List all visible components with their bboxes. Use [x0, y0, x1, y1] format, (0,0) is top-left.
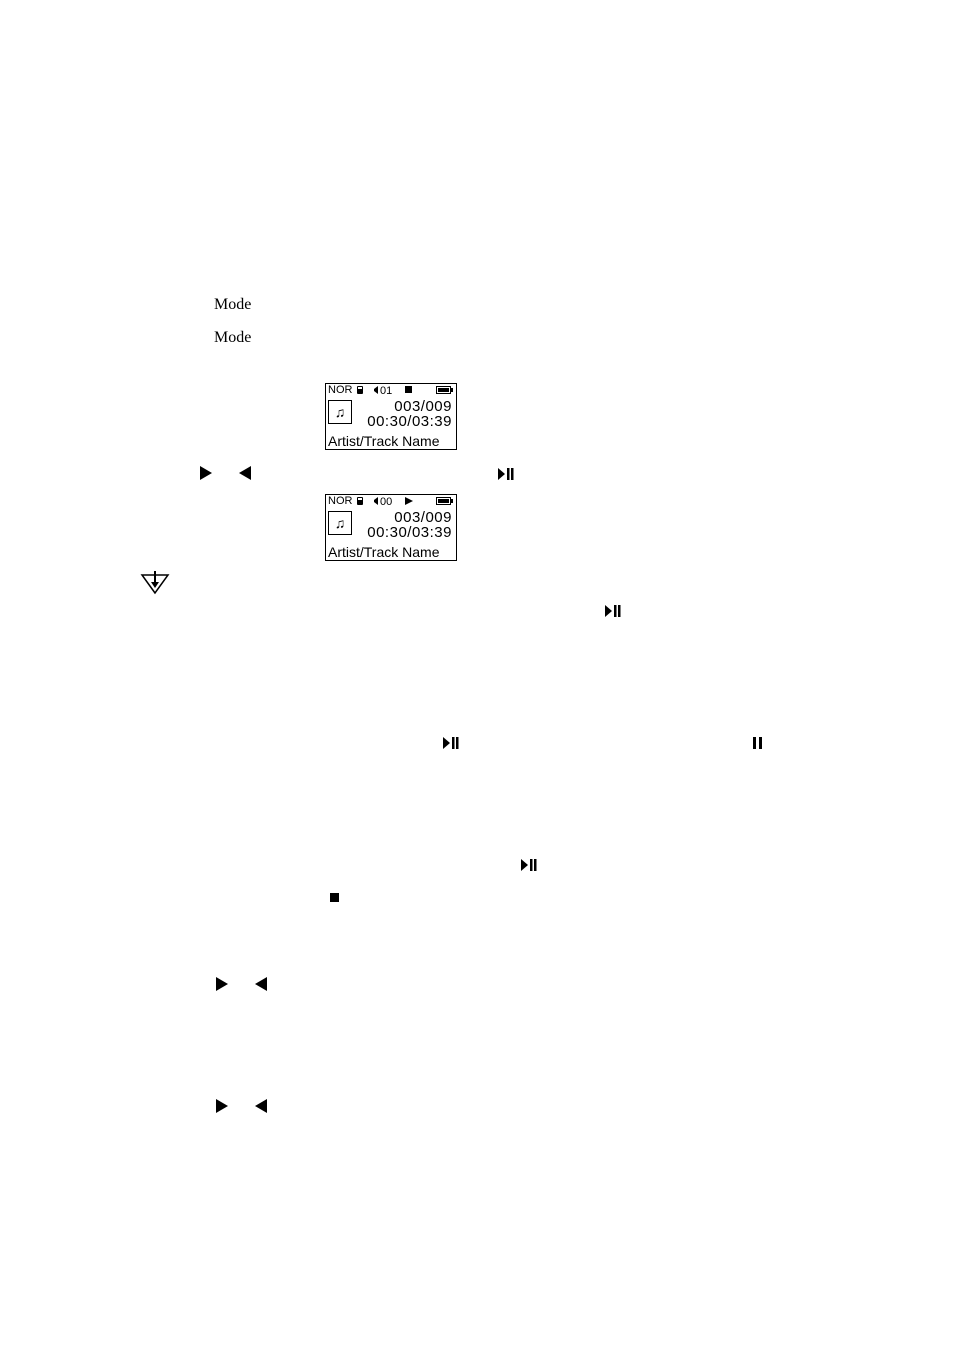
lcd2-play-icon: [404, 496, 414, 509]
caution-icon: [140, 571, 170, 600]
lcd2-card-icon: [356, 496, 368, 509]
lcd1-track: 003/009: [394, 399, 452, 414]
mode-label-1: Mode: [214, 296, 251, 314]
play-right-icon: [216, 1099, 230, 1118]
lcd1-nor: NOR: [328, 385, 352, 396]
lcd1-battery-icon: [436, 385, 454, 398]
lcd1-volume-value: 01: [380, 385, 392, 397]
play-pause-icon: [521, 858, 537, 876]
play-pause-icon: [443, 736, 459, 754]
lcd2-volume-value: 00: [380, 496, 392, 508]
lcd2-volume: 00: [372, 496, 392, 508]
play-left-icon: [255, 1099, 269, 1118]
stop-icon: [330, 890, 340, 908]
play-pause-icon: [498, 467, 514, 485]
lcd2-name: Artist/Track Name: [328, 545, 440, 559]
lcd2-nor: NOR: [328, 496, 352, 507]
lcd2-music-icon: ♫: [328, 511, 352, 535]
lcd1-music-icon: ♫: [328, 400, 352, 424]
lcd1-volume: 01: [372, 385, 392, 397]
play-pause-icon: [605, 604, 621, 622]
lcd2-track: 003/009: [394, 510, 452, 525]
play-right-icon: [216, 977, 230, 996]
lcd1-name: Artist/Track Name: [328, 434, 440, 448]
lcd1-stop-icon: [404, 385, 414, 398]
lcd-screen-1: NOR 01 ♫ 003/009 00:30/03:39 Artist/Trac…: [325, 383, 457, 450]
play-right-icon: [200, 466, 214, 485]
lcd2-battery-icon: [436, 496, 454, 509]
lcd1-time: 00:30/03:39: [367, 414, 452, 429]
lcd2-time: 00:30/03:39: [367, 525, 452, 540]
pause-icon: [753, 736, 763, 754]
mode-label-2: Mode: [214, 329, 251, 347]
lcd1-card-icon: [356, 385, 368, 398]
lcd-screen-2: NOR 00 ♫ 003/009 00:30/03:39 Artist/Trac…: [325, 494, 457, 561]
play-left-icon: [255, 977, 269, 996]
play-left-icon: [239, 466, 253, 485]
